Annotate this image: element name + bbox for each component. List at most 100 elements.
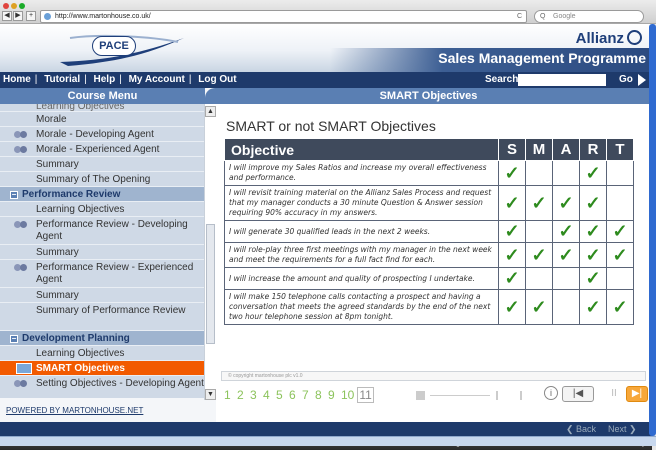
sidebar-item-label: SMART Objectives <box>36 363 125 374</box>
forward-icon[interactable]: ▶ <box>13 11 23 21</box>
sidebar-item[interactable]: − Development Planning <box>0 331 204 346</box>
zoom-window-button[interactable] <box>19 3 25 9</box>
page-number[interactable]: 4 <box>263 388 273 402</box>
sidebar-item[interactable]: Morale - Developing Agent <box>0 127 204 142</box>
scroll-down-icon[interactable]: ▼ <box>205 389 216 400</box>
criterion-cell: ✓ <box>579 267 607 290</box>
sidebar-item[interactable]: SMART Objectives <box>0 361 204 376</box>
scroll-up-icon[interactable]: ▲ <box>205 106 216 117</box>
criterion-cell: ✓ <box>579 160 607 186</box>
people-icon <box>14 144 30 154</box>
lesson-player: © copyright martonhouse plc v1.0 1234567… <box>216 369 648 422</box>
search-icon: Q <box>540 13 546 20</box>
sidebar-item[interactable]: Summary <box>0 157 204 172</box>
window-status-strip <box>0 436 656 446</box>
arrow-right-icon <box>638 74 646 86</box>
page-title: SMART or not SMART Objectives <box>226 118 436 134</box>
minimize-window-button[interactable] <box>11 3 17 9</box>
sidebar-item[interactable]: Summary of Performance Review <box>0 303 204 331</box>
checkmark-icon: ✓ <box>504 244 520 265</box>
sidebar-item[interactable]: Learning Objectives <box>0 202 204 217</box>
sidebar-item[interactable]: − Performance Review <box>0 187 204 202</box>
scroll-thumb[interactable] <box>206 224 215 344</box>
browser-search-input[interactable]: Q Google <box>534 10 644 23</box>
page-number[interactable]: 11 <box>357 387 374 403</box>
checkmark-icon: ✓ <box>612 221 628 241</box>
checkmark-icon: ✓ <box>558 192 574 213</box>
sidebar-item[interactable]: Morale <box>0 112 204 127</box>
page-number[interactable]: 6 <box>289 388 299 402</box>
sidebar-item-label: Summary <box>36 247 79 258</box>
page-number[interactable]: 1 <box>224 388 234 402</box>
criterion-cell: ✓ <box>552 185 580 221</box>
checkmark-icon: ✓ <box>504 162 520 183</box>
close-window-button[interactable] <box>3 3 9 9</box>
volume-control[interactable] <box>416 389 526 401</box>
criterion-cell <box>606 185 634 221</box>
sidebar-item: Learning Objectives <box>0 104 204 112</box>
checkmark-icon: ✓ <box>504 268 520 288</box>
page-number[interactable]: 2 <box>237 388 247 402</box>
nav-tutorial[interactable]: Tutorial <box>44 74 80 85</box>
nav-help[interactable]: Help <box>94 74 116 85</box>
table-row: I will make 150 telephone calls contacti… <box>224 289 634 325</box>
column-header-a: A <box>552 138 580 161</box>
url-bar[interactable]: http://www.martonhouse.co.uk/ C <box>40 10 527 23</box>
column-header-m: M <box>525 138 553 161</box>
refresh-icon[interactable]: C <box>517 11 522 22</box>
copyright-text: © copyright martonhouse plc v1.0 <box>228 373 303 379</box>
criterion-cell: ✓ <box>525 289 553 325</box>
volume-slider[interactable] <box>430 395 490 396</box>
criterion-cell <box>552 160 580 186</box>
criterion-cell: ✓ <box>606 289 634 325</box>
pause-button[interactable]: II <box>604 386 624 402</box>
sidebar-item[interactable]: Performance Review - Experienced Agent <box>0 260 204 288</box>
sidebar-item[interactable]: Morale - Experienced Agent <box>0 142 204 157</box>
info-button[interactable]: i <box>544 386 558 400</box>
powered-by-link[interactable]: POWERED BY MARTONHOUSE.NET <box>0 400 216 422</box>
nav-home[interactable]: Home <box>3 74 31 85</box>
collapse-icon[interactable]: − <box>10 191 18 199</box>
sidebar-item-label: Morale <box>36 114 67 125</box>
sidebar-item-label: Performance Review <box>22 189 121 200</box>
criterion-cell <box>606 160 634 186</box>
nav-my-account[interactable]: My Account <box>129 74 185 85</box>
checkmark-icon: ✓ <box>531 192 547 213</box>
page-number[interactable]: 7 <box>302 388 312 402</box>
add-bookmark-icon[interactable]: + <box>26 11 36 21</box>
browser-toolbar: ◀ ▶ + http://www.martonhouse.co.uk/ C Q … <box>0 0 656 24</box>
sidebar-item[interactable]: Summary of The Opening <box>0 172 204 187</box>
main-nav: Home | Tutorial | Help | My Account | Log Ou… <box>3 74 237 85</box>
page-number[interactable]: 5 <box>276 388 286 402</box>
sidebar-item[interactable]: Setting Objectives - Developing Agent <box>0 376 204 398</box>
checkmark-icon: ✓ <box>612 296 628 317</box>
collapse-icon[interactable]: − <box>10 335 18 343</box>
people-icon <box>14 219 30 229</box>
back-icon[interactable]: ◀ <box>2 11 12 21</box>
checkmark-icon: ✓ <box>585 192 601 213</box>
site-search-input[interactable] <box>518 74 606 86</box>
sidebar-item-label: Summary <box>36 159 79 170</box>
criterion-cell: ✓ <box>498 160 526 186</box>
back-link[interactable]: ❮ Back <box>566 422 596 436</box>
nav-log-out[interactable]: Log Out <box>198 74 236 85</box>
criterion-cell: ✓ <box>579 289 607 325</box>
course-menu-scrollbar[interactable]: ▲ ▼ <box>204 104 216 400</box>
people-icon <box>14 262 30 272</box>
sidebar-item[interactable]: Performance Review - Developing Agent <box>0 217 204 245</box>
app-window: PACE Allianz Sales Management Programme … <box>0 24 652 450</box>
sidebar-item[interactable]: Learning Objectives <box>0 346 204 361</box>
checkmark-icon: ✓ <box>585 244 601 265</box>
page-number[interactable]: 3 <box>250 388 260 402</box>
sidebar-item[interactable]: Summary <box>0 245 204 260</box>
checkmark-icon: ✓ <box>531 296 547 317</box>
next-page-button[interactable]: ▶| <box>626 386 648 402</box>
sidebar-item[interactable]: Summary <box>0 288 204 303</box>
previous-page-button[interactable]: |◀ <box>562 386 594 402</box>
page-number[interactable]: 10 <box>341 388 354 402</box>
page-number[interactable]: 9 <box>328 388 338 402</box>
go-button[interactable]: Go <box>608 72 648 88</box>
page-number[interactable]: 8 <box>315 388 325 402</box>
next-link[interactable]: Next ❯ <box>608 422 637 436</box>
window-scrollbar[interactable] <box>649 24 656 436</box>
